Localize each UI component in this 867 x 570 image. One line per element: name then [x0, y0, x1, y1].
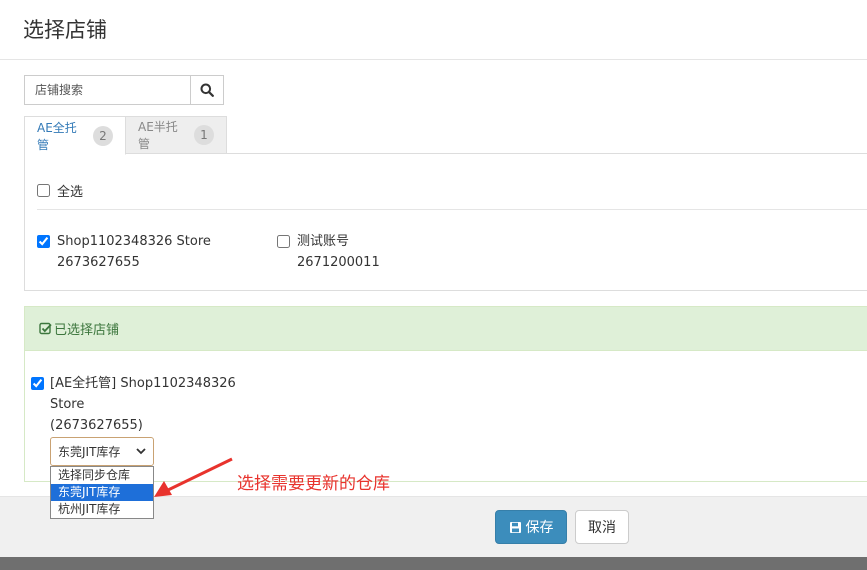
panel-heading-label: 已选择店铺: [54, 323, 120, 338]
save-label: 保存: [525, 520, 554, 536]
annotation-text: 选择需要更新的仓库: [237, 474, 390, 494]
select-store-modal: 选择店铺 AE全托管 2 AE半托管 1 全选 Shop1102348326 S…: [0, 0, 867, 557]
store-type-tabs: AE全托管 2 AE半托管 1: [24, 116, 867, 155]
warehouse-option[interactable]: 选择同步仓库: [51, 467, 153, 484]
chevron-down-icon: [136, 448, 146, 455]
background-page-strip: [0, 557, 867, 570]
warehouse-option-selected[interactable]: 东莞JIT库存: [51, 484, 153, 501]
selected-store-name-cont: Store: [50, 397, 85, 412]
tab-label: AE全托管: [37, 120, 77, 152]
shop-id: 2671200011: [297, 255, 380, 270]
check-square-icon: [39, 322, 52, 335]
search-input[interactable]: [24, 75, 190, 105]
tab-count-badge: 2: [93, 125, 113, 146]
select-all-checkbox[interactable]: [37, 184, 50, 197]
select-all-label: 全选: [57, 185, 84, 200]
search-group: [24, 75, 224, 105]
modal-title: 选择店铺: [23, 18, 107, 42]
save-icon: [509, 521, 521, 533]
warehouse-dropdown-list: 选择同步仓库 东莞JIT库存 杭州JIT库存: [50, 466, 154, 519]
selected-store-name: [AE全托管] Shop1102348326: [50, 376, 236, 391]
tab-count-badge: 1: [194, 125, 214, 145]
panel-heading: 已选择店铺: [25, 307, 867, 351]
shop-name: 测试账号: [297, 234, 350, 249]
cancel-label: 取消: [588, 520, 616, 536]
selected-store-checkbox[interactable]: [31, 377, 44, 390]
select-all[interactable]: 全选: [37, 181, 83, 200]
shop-checkbox[interactable]: [277, 235, 290, 248]
shop-item[interactable]: Shop1102348326 Store 2673627655: [37, 231, 211, 273]
tab-ae-full-managed[interactable]: AE全托管 2: [24, 116, 126, 155]
selected-store-item: [AE全托管] Shop1102348326 Store (2673627655…: [31, 373, 236, 436]
save-button[interactable]: 保存: [495, 510, 567, 544]
shop-checkbox[interactable]: [37, 235, 50, 248]
shop-item[interactable]: 测试账号 2671200011: [277, 231, 380, 273]
shop-name: Shop1102348326 Store: [57, 234, 211, 249]
search-button[interactable]: [190, 75, 224, 105]
tab-content: 全选 Shop1102348326 Store 2673627655 测试账号 …: [24, 153, 867, 291]
tab-label: AE半托管: [138, 120, 178, 151]
warehouse-option[interactable]: 杭州JIT库存: [51, 501, 153, 518]
cancel-button[interactable]: 取消: [575, 510, 629, 544]
selected-store-id: (2673627655): [50, 418, 143, 433]
warehouse-selected-value: 东莞JIT库存: [58, 445, 121, 459]
annotation-arrow: [154, 457, 233, 497]
modal-header: 选择店铺: [0, 0, 867, 60]
tab-ae-semi-managed[interactable]: AE半托管 1: [125, 116, 227, 154]
search-icon: [200, 83, 214, 97]
shop-id: 2673627655: [57, 255, 140, 270]
divider: [37, 209, 867, 210]
warehouse-select[interactable]: 东莞JIT库存: [50, 437, 154, 466]
